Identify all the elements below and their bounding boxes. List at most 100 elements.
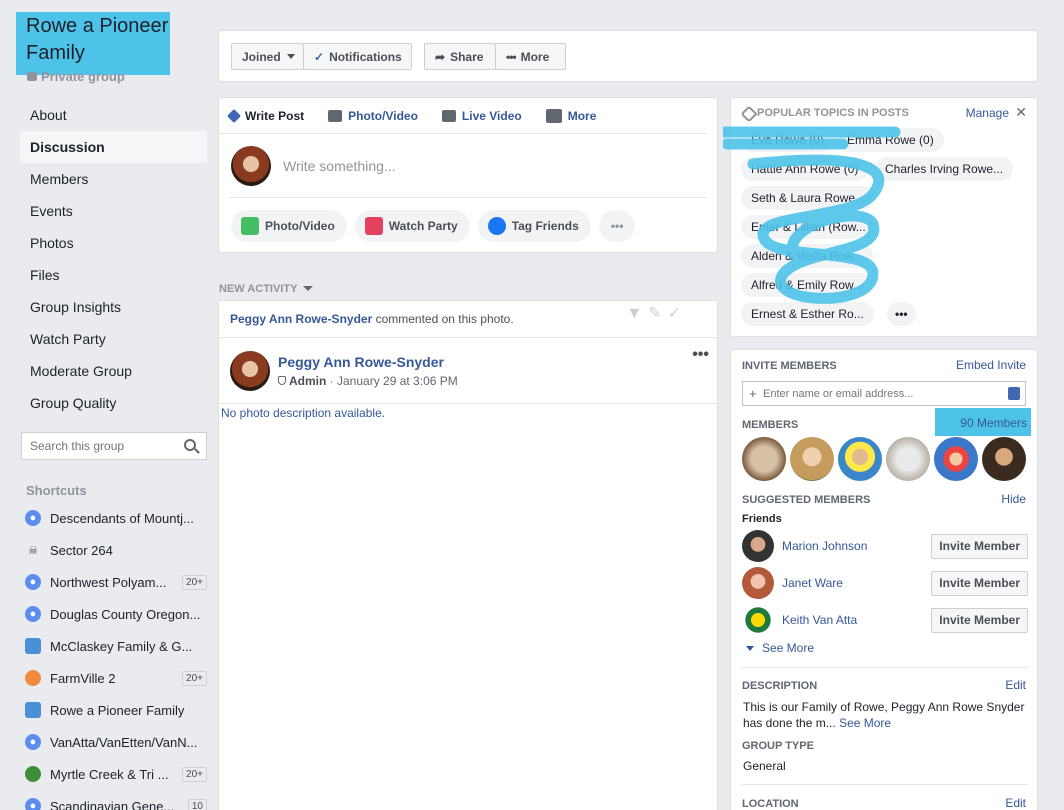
shortcut-item[interactable]: McClaskey Family & G... — [20, 630, 207, 662]
invite-input[interactable] — [743, 382, 993, 405]
topic-pill[interactable]: Emma Rowe (0) — [837, 128, 944, 152]
more-button[interactable]: ••• More — [495, 43, 566, 70]
topic-pill[interactable]: Eva Rowe (0) — [741, 128, 833, 152]
search-icon[interactable] — [184, 439, 196, 451]
topic-pill[interactable]: Hattie Ann Rowe (0) — [741, 157, 869, 181]
shortcut-item[interactable]: FarmVille 2 20+ — [20, 662, 207, 694]
member-avatar[interactable] — [742, 437, 786, 481]
suggested-member-name[interactable]: Janet Ware — [782, 576, 931, 590]
shortcut-item[interactable]: ● Descendants of Mountj... — [20, 502, 207, 534]
topic-pill[interactable]: Charles Irving Rowe... — [875, 157, 1014, 181]
tab-photo-video[interactable]: Photo/Video — [328, 109, 418, 123]
post-menu-icon[interactable]: ••• — [692, 346, 709, 364]
tab-write-post-label: Write Post — [245, 108, 305, 123]
shortcut-label: Myrtle Creek & Tri ... — [50, 766, 169, 782]
group-name-line2[interactable]: Family — [16, 39, 170, 66]
topic-pill[interactable]: Alden & Vesta Row... — [741, 244, 874, 268]
nav-group-insights[interactable]: Group Insights — [20, 291, 207, 323]
nav-watch-party[interactable]: Watch Party — [20, 323, 207, 355]
location-edit-link[interactable]: Edit — [1005, 796, 1026, 810]
member-avatar[interactable] — [886, 437, 930, 481]
composer-tabs: Write Post Photo/Video Live Video More — [219, 98, 707, 134]
group-name-line1[interactable]: Rowe a Pioneer — [16, 12, 170, 39]
member-avatar[interactable] — [838, 437, 882, 481]
nav-photos[interactable]: Photos — [20, 227, 207, 259]
photo-video-pill[interactable]: Photo/Video — [231, 210, 347, 242]
invite-member-button[interactable]: Invite Member — [931, 570, 1028, 596]
tab-write-post[interactable]: Write Post — [226, 108, 305, 123]
post-author-link[interactable]: Peggy Ann Rowe-Snyder — [278, 354, 458, 370]
description-see-more[interactable]: See More — [839, 716, 891, 730]
avatar[interactable] — [742, 567, 774, 599]
avatar[interactable] — [742, 604, 774, 636]
shortcut-item[interactable]: ● VanAtta/VanEtten/VanN... — [20, 726, 207, 758]
nav-members[interactable]: Members — [20, 163, 207, 195]
composer-placeholder[interactable]: Write something... — [283, 158, 396, 174]
member-avatar[interactable] — [790, 437, 834, 481]
avatar — [231, 145, 271, 186]
pencil-icon — [226, 108, 242, 123]
member-avatar[interactable] — [934, 437, 978, 481]
composer-input-row[interactable]: Write something... — [229, 134, 707, 198]
post-composer: Write Post Photo/Video Live Video More W… — [218, 97, 718, 253]
divider — [742, 784, 1028, 785]
chevron-down-icon — [286, 54, 295, 59]
description-edit-link[interactable]: Edit — [1005, 678, 1026, 692]
shortcut-item[interactable]: ☠ Sector 264 — [20, 534, 207, 566]
nav-discussion[interactable]: Discussion — [20, 131, 207, 163]
topic-pill[interactable]: Seth & Laura Rowe... — [741, 186, 876, 210]
lock-icon — [27, 72, 37, 81]
shortcut-item[interactable]: ● Northwest Polyam... 20+ — [20, 566, 207, 598]
tag-friends-pill[interactable]: Tag Friends — [477, 210, 591, 242]
watch-party-pill[interactable]: Watch Party — [354, 210, 470, 242]
see-more-link[interactable]: See More — [746, 641, 814, 655]
member-avatar[interactable] — [982, 437, 1026, 481]
address-book-icon[interactable] — [1008, 387, 1020, 400]
nav-moderate-group[interactable]: Moderate Group — [20, 355, 207, 387]
members-count-link[interactable]: 90 Members — [960, 416, 1027, 430]
topic-pill[interactable]: Emer & Lillian (Row... — [741, 215, 876, 239]
composer-more-button[interactable]: ••• — [598, 210, 636, 242]
popular-topics-panel: POPULAR TOPICS IN POSTS Manage ✕ Eva Row… — [723, 97, 1038, 337]
invite-members-heading: INVITE MEMBERS — [742, 360, 837, 372]
shortcut-label: McClaskey Family & G... — [50, 638, 193, 654]
suggested-member-name[interactable]: Keith Van Atta — [782, 613, 931, 627]
shortcut-item[interactable]: Myrtle Creek & Tri ... 20+ — [20, 758, 207, 790]
notifications-button[interactable]: ✓ Notifications — [303, 43, 412, 70]
shortcut-item[interactable]: Rowe a Pioneer Family — [20, 694, 207, 726]
new-activity-dropdown[interactable]: NEW ACTIVITY — [219, 283, 314, 295]
suggested-member-name[interactable]: Marion Johnson — [782, 539, 931, 553]
photo-alt-text: No photo description available. — [221, 406, 386, 420]
hide-suggestions-link[interactable]: Hide — [1001, 492, 1026, 506]
tag-icon — [740, 105, 758, 123]
nav-events[interactable]: Events — [20, 195, 207, 227]
topics-more-button[interactable]: ••• — [887, 302, 916, 326]
topic-pill[interactable]: Ernest & Esther Ro... — [741, 302, 874, 326]
nav-about[interactable]: About — [20, 99, 207, 131]
post-time[interactable]: · January 29 at 3:06 PM — [326, 374, 458, 388]
joined-button[interactable]: Joined — [231, 43, 304, 70]
shortcut-item[interactable]: ● Scandinavian Gene... 10 — [20, 790, 207, 810]
share-button[interactable]: ➦ Share — [424, 43, 496, 70]
invite-member-button[interactable]: Invite Member — [931, 607, 1028, 633]
avatar[interactable] — [230, 350, 270, 391]
close-icon[interactable]: ✕ — [1015, 104, 1027, 121]
group-search-input[interactable] — [22, 433, 172, 459]
topic-pill[interactable]: Alfred & Emily Row... — [741, 273, 874, 297]
more-dots-icon: ••• — [506, 49, 517, 64]
nav-files[interactable]: Files — [20, 259, 207, 291]
shortcut-item[interactable]: ● Douglas County Oregon... — [20, 598, 207, 630]
share-icon: ➦ — [435, 49, 446, 64]
tab-more[interactable]: More — [545, 108, 596, 123]
activity-actor-link[interactable]: Peggy Ann Rowe-Snyder — [230, 312, 372, 326]
nav-group-quality[interactable]: Group Quality — [20, 387, 207, 419]
shortcut-label: Northwest Polyam... — [50, 574, 167, 590]
moderation-tools-icon[interactable]: ▼✎✓ — [626, 303, 687, 323]
popcorn-icon — [364, 217, 383, 235]
invite-member-button[interactable]: Invite Member — [931, 533, 1028, 559]
topics-manage-link[interactable]: Manage — [966, 106, 1009, 120]
shortcuts-heading: Shortcuts — [26, 483, 87, 498]
embed-invite-link[interactable]: Embed Invite — [956, 358, 1026, 372]
tab-live-video[interactable]: Live Video — [441, 109, 522, 123]
avatar[interactable] — [742, 530, 774, 562]
